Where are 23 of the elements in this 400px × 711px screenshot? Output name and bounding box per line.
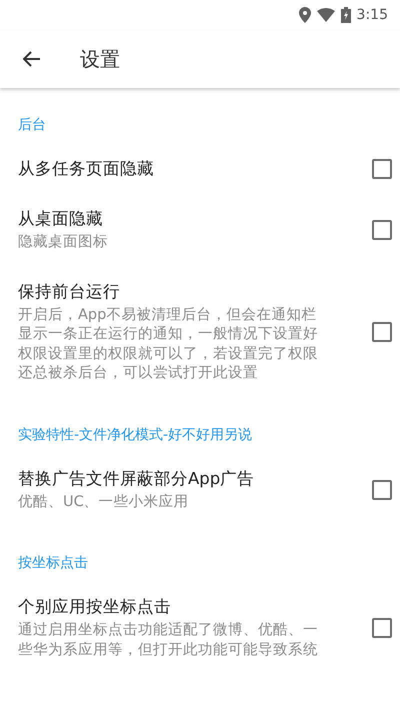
checkbox[interactable]: [372, 220, 392, 240]
setting-summary: 隐藏桌面图标: [18, 233, 109, 252]
toolbar-title: 设置: [80, 46, 120, 72]
status-time: 3:15: [356, 7, 388, 23]
setting-summary: 通过启用坐标点击功能适配了微博、优酷、一些华为系应用等，但打开此功能可能导致系统: [18, 621, 319, 660]
checkbox[interactable]: [372, 322, 392, 342]
setting-title: 个别应用按坐标点击: [18, 596, 172, 618]
location-icon: [298, 7, 311, 23]
setting-summary: 优酷、UC、一些小米应用: [18, 492, 190, 512]
back-arrow-icon: [23, 51, 41, 67]
wifi-icon: [316, 8, 335, 22]
checkbox[interactable]: [372, 618, 392, 638]
checkbox[interactable]: [372, 480, 392, 500]
section-header: 实验特性-文件净化模式-好不好用另说: [17, 426, 254, 444]
section-header: 后台: [17, 116, 47, 135]
setting-title: 从多任务页面隐藏: [18, 158, 155, 180]
setting-title: 替换广告文件屏蔽部分App广告: [18, 468, 256, 490]
checkbox[interactable]: [372, 159, 392, 179]
setting-title: 保持前台运行: [18, 280, 121, 302]
battery-icon: [340, 7, 351, 23]
setting-summary: 开启后，App不易被清理后台，但会在通知栏显示一条正在运行的通知，一般情况下设置好权限设置里的权限就可以了，若设置完了权限还总被杀后台，可以尝试打开此设置: [18, 306, 319, 383]
section-header: 按坐标点击: [17, 554, 89, 573]
setting-title: 从桌面隐藏: [18, 208, 104, 230]
